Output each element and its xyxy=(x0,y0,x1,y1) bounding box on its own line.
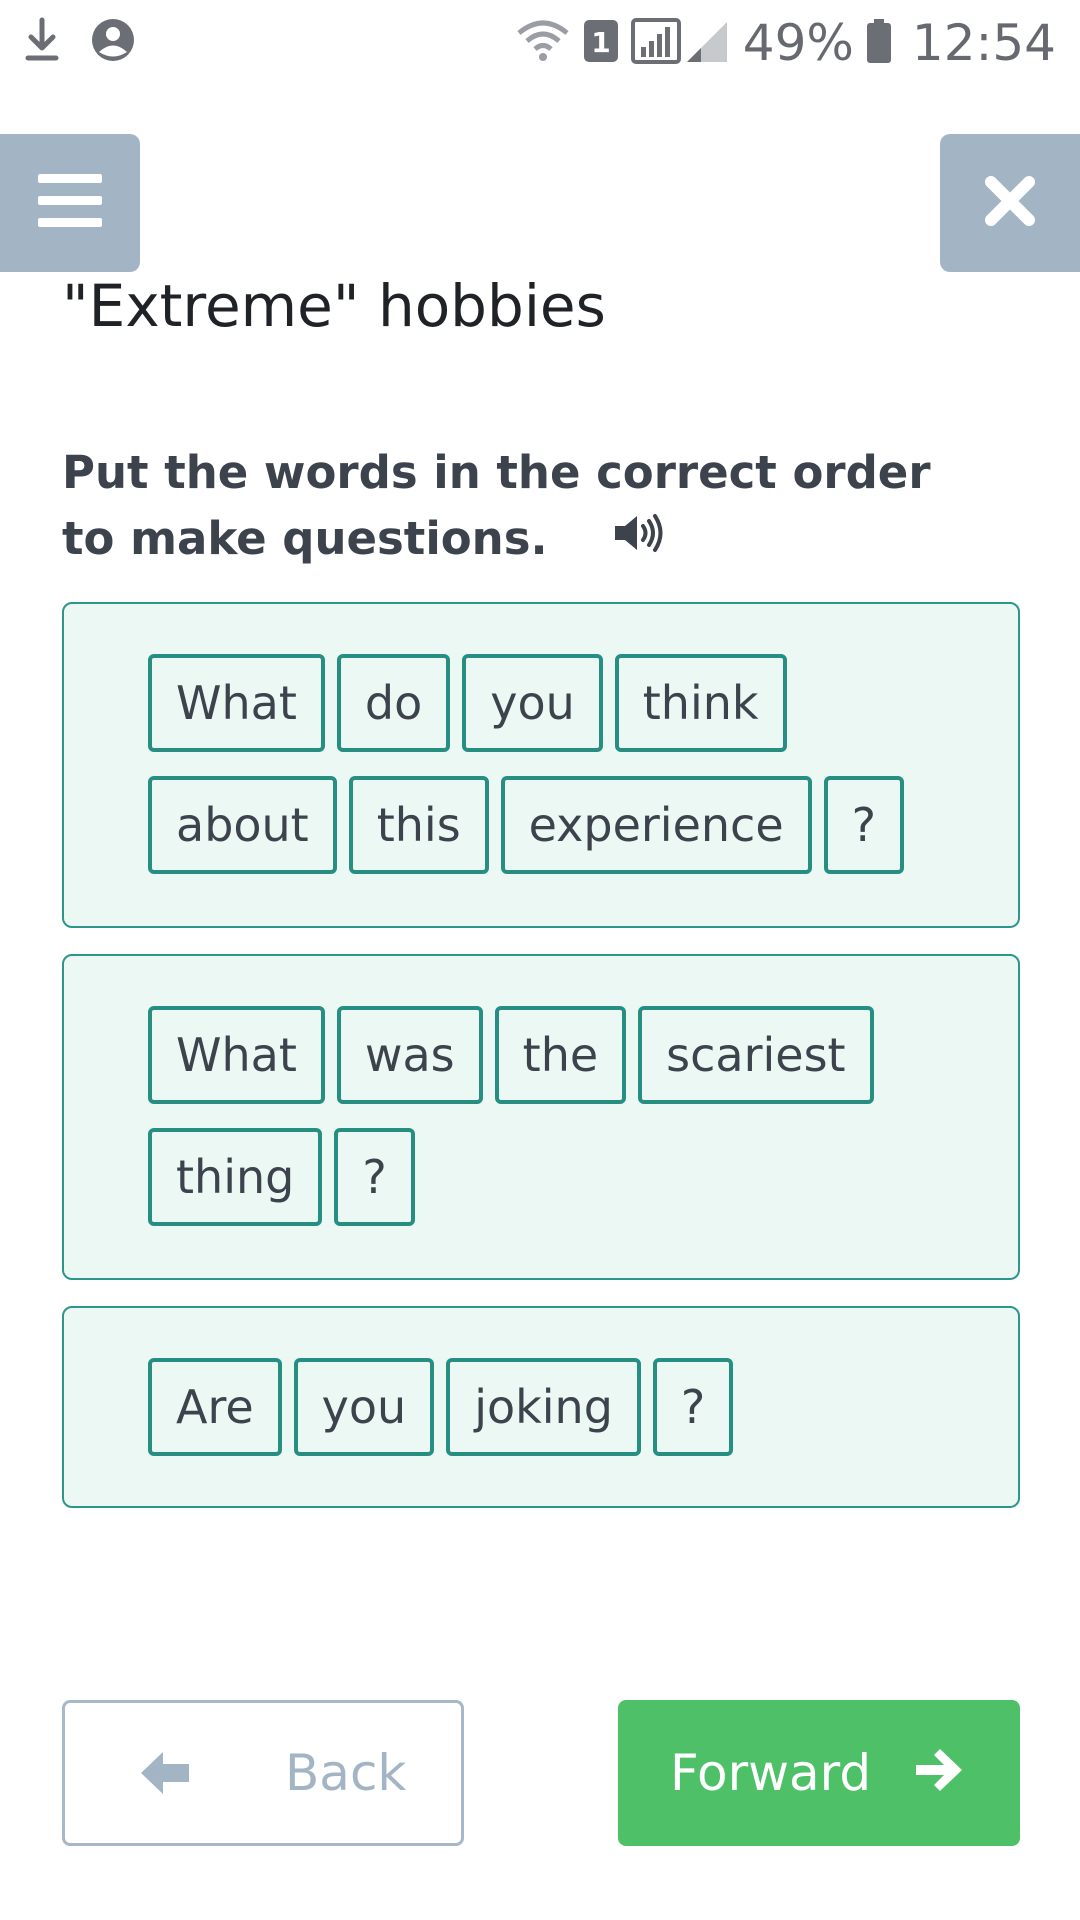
word-chip[interactable]: What xyxy=(148,654,325,752)
forward-label: Forward xyxy=(670,1744,872,1802)
sentence-card: Are you joking ? xyxy=(62,1306,1020,1508)
close-icon xyxy=(983,174,1037,232)
sim-icon: 1 xyxy=(583,19,619,67)
word-chip[interactable]: ? xyxy=(823,776,905,874)
word-chip[interactable]: experience xyxy=(500,776,812,874)
forward-button[interactable]: Forward xyxy=(618,1700,1020,1846)
account-icon xyxy=(90,17,136,67)
wifi-icon xyxy=(515,17,571,69)
battery-icon xyxy=(866,18,892,68)
word-chip[interactable]: the xyxy=(494,1006,627,1104)
word-chip[interactable]: What xyxy=(148,1006,325,1104)
arrow-right-icon xyxy=(914,1746,966,1798)
close-button[interactable] xyxy=(940,134,1080,272)
instruction: Put the words in the correct order to ma… xyxy=(62,440,992,575)
word-chip[interactable]: ? xyxy=(652,1358,734,1456)
word-chip[interactable]: scariest xyxy=(638,1006,874,1104)
word-chip[interactable]: about xyxy=(148,776,337,874)
word-chip[interactable]: you xyxy=(293,1358,435,1456)
battery-percent: 49% xyxy=(742,14,854,72)
word-row: thing ? xyxy=(148,1128,874,1226)
svg-text:1: 1 xyxy=(591,26,610,59)
word-chip[interactable]: ? xyxy=(334,1128,415,1226)
back-label: Back xyxy=(285,1744,407,1802)
menu-icon xyxy=(38,174,102,232)
word-row: What do you think xyxy=(148,654,904,752)
sentence-card: What do you think about this experience … xyxy=(62,602,1020,928)
word-row: Are you joking ? xyxy=(148,1358,734,1456)
arrow-left-icon xyxy=(139,1749,191,1801)
back-button[interactable]: Back xyxy=(62,1700,464,1846)
word-chip[interactable]: Are xyxy=(148,1358,282,1456)
word-chip[interactable]: this xyxy=(348,776,489,874)
instruction-text: Put the words in the correct order to ma… xyxy=(62,446,931,565)
word-row: What was the scariest xyxy=(148,1006,874,1104)
status-bar: 1 49% 12:54 xyxy=(0,0,1080,95)
signal-icon xyxy=(630,17,731,69)
word-chip[interactable]: joking xyxy=(446,1358,641,1456)
page-title: "Extreme" hobbies xyxy=(62,272,606,340)
word-chip[interactable]: you xyxy=(462,654,603,752)
download-icon xyxy=(22,14,62,70)
sentence-card: What was the scariest thing ? xyxy=(62,954,1020,1280)
word-chip[interactable]: think xyxy=(614,654,787,752)
word-chip[interactable]: was xyxy=(336,1006,483,1104)
word-chip[interactable]: do xyxy=(336,654,451,752)
clock: 12:54 xyxy=(911,14,1056,72)
speaker-icon[interactable] xyxy=(613,505,663,571)
menu-button[interactable] xyxy=(0,134,140,272)
word-chip[interactable]: thing xyxy=(148,1128,323,1226)
word-row: about this experience ? xyxy=(148,776,905,874)
